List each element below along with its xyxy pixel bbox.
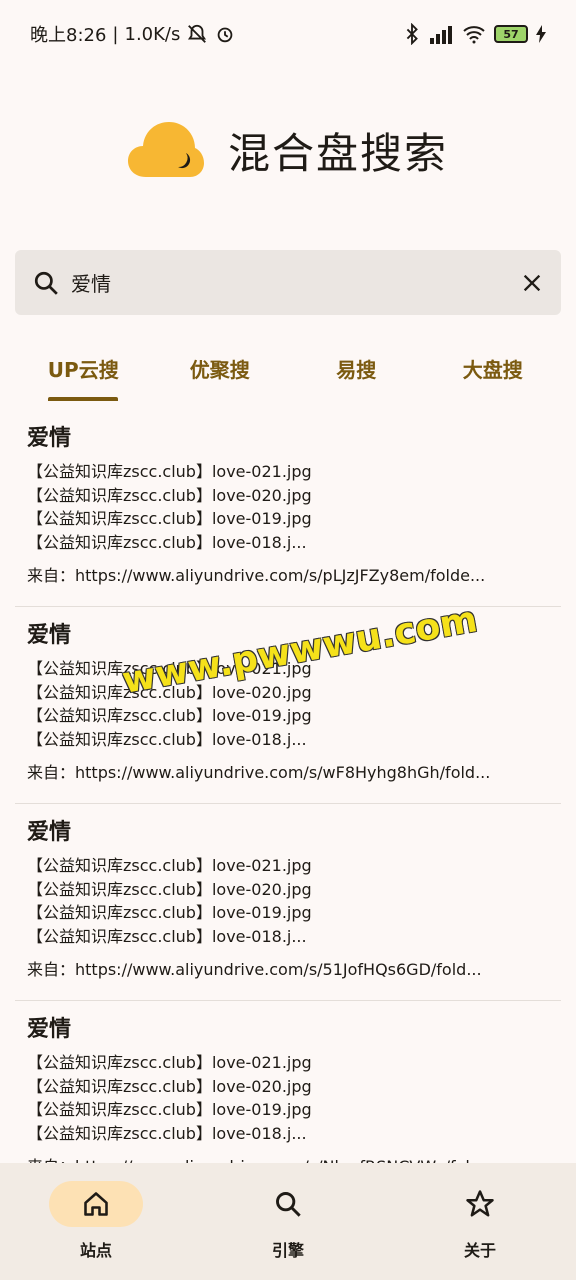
home-icon [84, 1192, 108, 1216]
results-list: 爱情 【公益知识库zscc.club】love-021.jpg 【公益知识库zs… [15, 410, 561, 1165]
engine-tabs: UP云搜 优聚搜 易搜 大盘搜 [15, 335, 561, 401]
battery-indicator: 57 [494, 25, 528, 43]
result-title: 爱情 [27, 820, 72, 845]
result-title: 爱情 [27, 1017, 72, 1042]
nav-label-about: 关于 [463, 1241, 496, 1260]
result-item[interactable]: 爱情 【公益知识库zscc.club】love-021.jpg 【公益知识库zs… [15, 804, 561, 1001]
result-file: 【公益知识库zscc.club】love-018.j... [27, 1123, 307, 1143]
mute-bell-icon [188, 24, 207, 43]
nav-item-about[interactable]: 关于 [384, 1163, 576, 1280]
wifi-icon [463, 26, 485, 44]
result-item[interactable]: 爱情 【公益知识库zscc.club】love-021.jpg 【公益知识库zs… [15, 410, 561, 607]
search-icon [34, 271, 58, 295]
result-file: 【公益知识库zscc.club】love-018.j... [27, 532, 307, 552]
cloud-logo-icon [127, 122, 204, 177]
nav-item-sites[interactable]: 站点 [0, 1163, 192, 1280]
nav-icon-pill [49, 1181, 143, 1227]
bottom-nav: 站点 引擎 关于 [0, 1163, 576, 1280]
nav-item-engines[interactable]: 引擎 [192, 1163, 384, 1280]
result-source: 来自：https://www.aliyundrive.com/s/pLJzJFZ… [27, 566, 486, 585]
status-network-speed: 1.0K/s [124, 23, 181, 45]
result-source: 来自：https://www.aliyundrive.com/s/wF8Hyhg… [27, 763, 491, 782]
status-right: 57 [404, 23, 546, 45]
result-file: 【公益知识库zscc.club】love-019.jpg [27, 509, 312, 528]
result-file: 【公益知识库zscc.club】love-021.jpg [27, 462, 312, 481]
result-file: 【公益知识库zscc.club】love-018.j... [27, 729, 307, 749]
nav-label-engines: 引擎 [271, 1241, 304, 1260]
result-file: 【公益知识库zscc.club】love-018.j... [27, 926, 307, 946]
result-source: 来自：https://www.aliyundrive.com/s/51JofHQ… [27, 960, 482, 979]
status-left: 晚上8:26 | 1.0K/s [30, 21, 236, 47]
result-file: 【公益知识库zscc.club】love-020.jpg [27, 1076, 312, 1096]
tab-up-yun-sou[interactable]: UP云搜 [15, 335, 152, 401]
alarm-icon [218, 27, 233, 43]
result-file: 【公益知识库zscc.club】love-020.jpg [27, 682, 312, 702]
app-title: 混合盘搜索 [227, 128, 448, 178]
result-title: 爱情 [27, 426, 72, 451]
result-file: 【公益知识库zscc.club】love-020.jpg [27, 485, 312, 505]
bluetooth-icon [406, 23, 418, 45]
status-bar: 晚上8:26 | 1.0K/s 57 [0, 0, 576, 68]
star-icon [466, 1190, 494, 1217]
result-file: 【公益知识库zscc.club】love-019.jpg [27, 706, 312, 725]
result-file: 【公益知识库zscc.club】love-021.jpg [27, 1053, 312, 1072]
app-header: 混合盘搜索 [0, 110, 576, 190]
search-input[interactable] [71, 270, 521, 295]
signal-icon [430, 26, 452, 44]
search-icon [276, 1192, 301, 1217]
charging-icon [536, 25, 546, 43]
nav-icon-pill [433, 1181, 527, 1227]
result-file: 【公益知识库zscc.club】love-021.jpg [27, 856, 312, 875]
status-divider: | [112, 23, 119, 45]
nav-icon-pill [241, 1181, 335, 1227]
tab-yi-sou[interactable]: 易搜 [288, 335, 425, 401]
result-file: 【公益知识库zscc.club】love-019.jpg [27, 1100, 312, 1119]
result-file: 【公益知识库zscc.club】love-020.jpg [27, 879, 312, 899]
search-bar[interactable] [15, 250, 561, 315]
tab-da-pan-sou[interactable]: 大盘搜 [425, 335, 562, 401]
status-time: 晚上8:26 [30, 25, 107, 46]
result-file: 【公益知识库zscc.club】love-019.jpg [27, 903, 312, 922]
nav-label-sites: 站点 [79, 1241, 112, 1260]
tab-you-ju-sou[interactable]: 优聚搜 [152, 335, 289, 401]
clear-search-icon[interactable] [521, 272, 543, 294]
result-item[interactable]: 爱情 【公益知识库zscc.club】love-021.jpg 【公益知识库zs… [15, 1001, 561, 1165]
